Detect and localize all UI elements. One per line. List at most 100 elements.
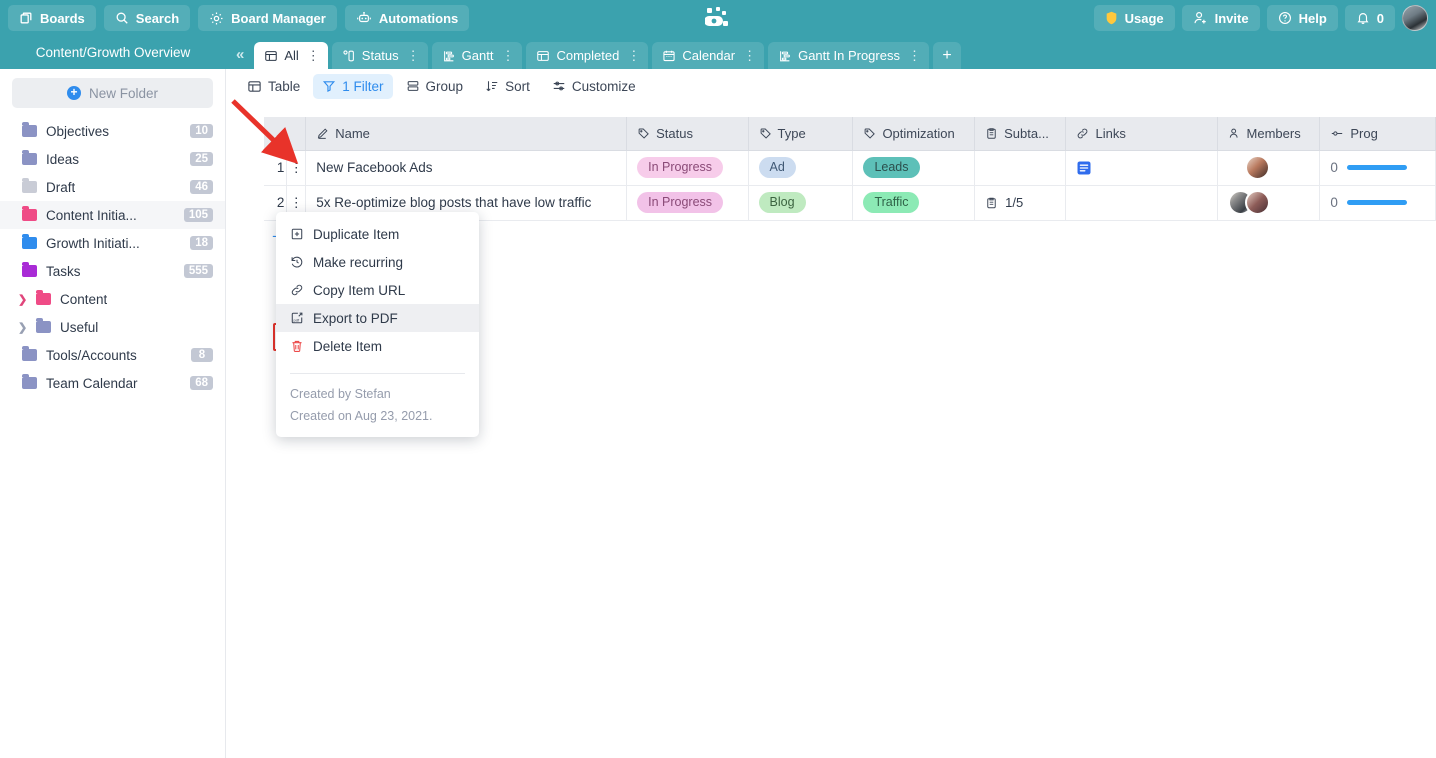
menu-item-export-to-pdf[interactable]: pdf Export to PDF xyxy=(276,304,479,332)
tab-gantt-label: Gantt xyxy=(461,48,494,63)
tab-completed-menu-icon[interactable]: ⋮ xyxy=(627,48,640,64)
document-icon[interactable] xyxy=(1076,160,1206,176)
column-header-status[interactable]: Status xyxy=(626,117,749,151)
duplicate-icon xyxy=(290,227,304,241)
cell-links[interactable] xyxy=(1065,150,1218,186)
menu-item-duplicate-item[interactable]: Duplicate Item xyxy=(276,220,479,248)
column-header-progress[interactable]: Prog xyxy=(1319,117,1436,151)
sidebar-item-content-initiatives[interactable]: Content Initia... 105 xyxy=(0,201,225,229)
cell-links[interactable] xyxy=(1065,185,1218,221)
sidebar-item-ideas[interactable]: Ideas 25 xyxy=(0,145,225,173)
chevron-right-icon[interactable]: ❯ xyxy=(18,293,27,306)
sidebar-item-count: 18 xyxy=(190,236,213,250)
cell-members[interactable] xyxy=(1217,150,1321,186)
tab-all-menu-icon[interactable]: ⋮ xyxy=(307,48,320,64)
chevron-right-icon[interactable]: ❯ xyxy=(18,321,27,334)
menu-item-label: Make recurring xyxy=(313,254,404,270)
filter-icon xyxy=(322,79,336,93)
automations-label: Automations xyxy=(378,10,459,26)
cell-progress[interactable]: 0 xyxy=(1319,150,1436,186)
created-on-text: Created on Aug 23, 2021. xyxy=(290,409,433,423)
cell-optimization[interactable]: Leads xyxy=(852,150,976,186)
usage-button[interactable]: Usage xyxy=(1093,5,1175,31)
customize-button[interactable]: Customize xyxy=(543,74,645,99)
gantt-icon xyxy=(442,49,456,63)
menu-item-copy-item-url[interactable]: Copy Item URL xyxy=(276,276,479,304)
add-tab-button[interactable]: + xyxy=(932,42,961,69)
new-folder-button[interactable]: + New Folder xyxy=(12,78,213,108)
filter-button[interactable]: 1 Filter xyxy=(313,73,393,99)
bell-icon xyxy=(1356,11,1370,25)
body: + New Folder Objectives 10 Ideas 25 Draf… xyxy=(0,69,1436,758)
optimization-badge: Traffic xyxy=(863,192,920,213)
cell-progress[interactable]: 0 xyxy=(1319,185,1436,221)
sidebar-item-useful[interactable]: ❯ Useful xyxy=(0,313,225,341)
cell-status[interactable]: In Progress xyxy=(626,150,749,186)
column-header-links[interactable]: Links xyxy=(1065,117,1218,151)
cell-type[interactable]: Blog xyxy=(748,185,854,221)
boards-button[interactable]: Boards xyxy=(8,5,96,31)
cell-name[interactable]: New Facebook Ads xyxy=(305,150,628,186)
sidebar-item-objectives[interactable]: Objectives 10 xyxy=(0,117,225,145)
sidebar-item-draft[interactable]: Draft 46 xyxy=(0,173,225,201)
tab-calendar[interactable]: Calendar ⋮ xyxy=(652,42,765,69)
notifications-button[interactable]: 0 xyxy=(1344,5,1395,31)
row-context-menu: Duplicate Item Make recurring Copy Item … xyxy=(276,212,479,437)
sidebar-item-growth-initiatives[interactable]: Growth Initiati... 18 xyxy=(0,229,225,257)
invite-button[interactable]: Invite xyxy=(1181,5,1260,31)
tab-all[interactable]: All ⋮ xyxy=(254,42,328,69)
collapse-sidebar-icon[interactable]: « xyxy=(232,47,254,69)
help-label: Help xyxy=(1298,10,1327,26)
group-button[interactable]: Group xyxy=(397,74,473,99)
automations-button[interactable]: Automations xyxy=(344,5,470,31)
table-icon xyxy=(536,49,550,63)
column-header-name[interactable]: Name xyxy=(305,117,628,151)
slider-icon xyxy=(1330,127,1344,140)
header-right-group: Usage Invite Help 0 xyxy=(1093,5,1428,31)
cell-subtasks[interactable]: 1/5 xyxy=(974,185,1067,221)
sidebar-item-tasks[interactable]: Tasks 555 xyxy=(0,257,225,285)
column-header-optimization[interactable]: Optimization xyxy=(852,117,976,151)
menu-item-label: Delete Item xyxy=(313,338,383,354)
sort-button[interactable]: Sort xyxy=(476,74,539,99)
cell-optimization[interactable]: Traffic xyxy=(852,185,976,221)
type-badge: Blog xyxy=(758,192,806,213)
export-pdf-icon: pdf xyxy=(290,311,304,325)
sidebar: + New Folder Objectives 10 Ideas 25 Draf… xyxy=(0,69,226,758)
column-header-members[interactable]: Members xyxy=(1217,117,1321,151)
cell-members[interactable] xyxy=(1217,185,1321,221)
column-header-subtasks[interactable]: Subta... xyxy=(974,117,1067,151)
tab-status[interactable]: Status ⋮ xyxy=(331,42,428,69)
column-header-type[interactable]: Type xyxy=(748,117,854,151)
sidebar-item-team-calendar[interactable]: Team Calendar 68 xyxy=(0,369,225,397)
search-button[interactable]: Search xyxy=(103,5,191,31)
tab-gantt-menu-icon[interactable]: ⋮ xyxy=(501,48,514,64)
tab-status-menu-icon[interactable]: ⋮ xyxy=(407,48,420,64)
board-manager-button[interactable]: Board Manager xyxy=(198,5,337,31)
folder-icon xyxy=(36,318,51,333)
menu-item-make-recurring[interactable]: Make recurring xyxy=(276,248,479,276)
sidebar-item-label: Tools/Accounts xyxy=(46,347,137,363)
table-header-row: Name Status Type Optimization Subta... L… xyxy=(264,117,1436,151)
row-menu-icon[interactable]: ⋮ xyxy=(286,150,307,186)
cell-subtasks[interactable] xyxy=(974,150,1067,186)
menu-item-delete-item[interactable]: Delete Item xyxy=(276,332,479,360)
tab-calendar-menu-icon[interactable]: ⋮ xyxy=(743,48,756,64)
table-row[interactable]: 1 ⋮ New Facebook Ads In Progress Ad Lead… xyxy=(264,150,1436,186)
new-folder-label: New Folder xyxy=(88,85,159,101)
cell-status[interactable]: In Progress xyxy=(626,185,749,221)
help-button[interactable]: Help xyxy=(1266,5,1338,31)
tab-completed[interactable]: Completed ⋮ xyxy=(526,42,649,69)
row-index: 1 xyxy=(264,150,288,186)
shield-icon xyxy=(1105,11,1118,25)
tab-gantt[interactable]: Gantt ⋮ xyxy=(431,42,523,69)
cell-type[interactable]: Ad xyxy=(748,150,854,186)
optimization-badge: Leads xyxy=(863,157,920,178)
sidebar-item-tools-accounts[interactable]: Tools/Accounts 8 xyxy=(0,341,225,369)
user-avatar[interactable] xyxy=(1402,5,1428,31)
sidebar-item-content[interactable]: ❯ Content xyxy=(0,285,225,313)
tab-gantt-in-progress[interactable]: Gantt In Progress ⋮ xyxy=(768,42,929,69)
trash-icon xyxy=(290,339,304,353)
tab-gantt-in-progress-menu-icon[interactable]: ⋮ xyxy=(908,48,921,64)
table-view-button[interactable]: Table xyxy=(238,74,309,99)
